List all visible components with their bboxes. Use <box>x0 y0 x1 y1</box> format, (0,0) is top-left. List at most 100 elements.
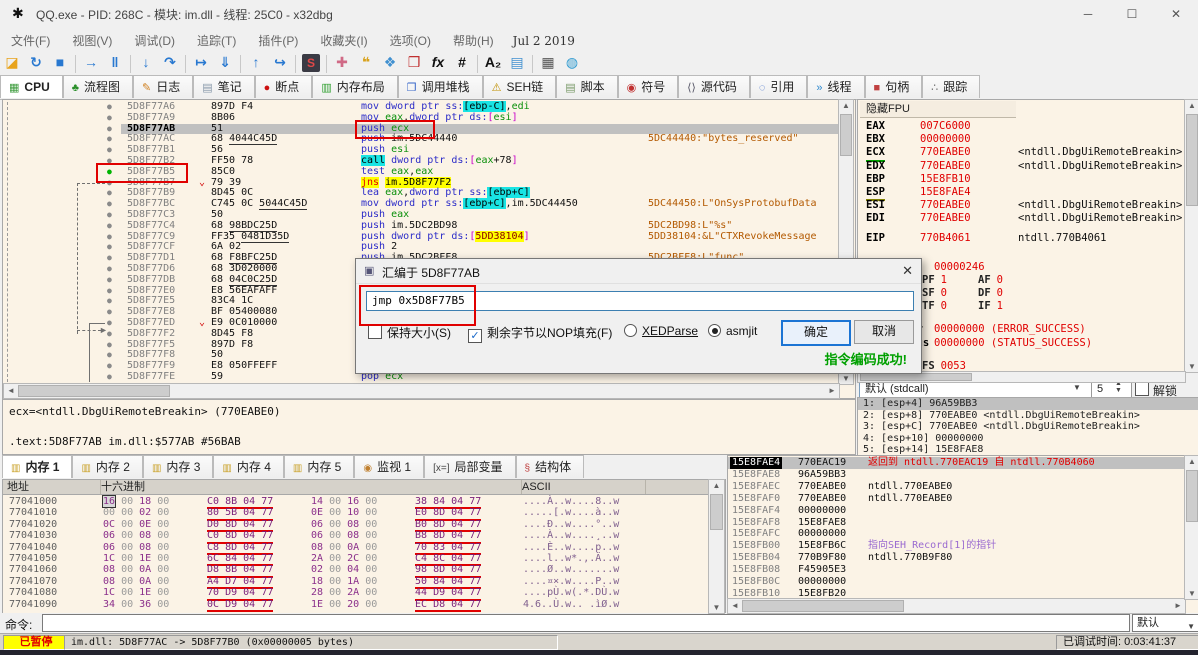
step-over-icon[interactable]: ↷ <box>158 51 182 73</box>
stack-row[interactable]: 15E8FB0C 00000000 <box>728 576 1198 588</box>
register-row[interactable]: EBX 00000000 <box>858 133 1185 146</box>
tab-内存布局[interactable]: ▥ 内存布局 <box>312 75 398 98</box>
tab-调用堆栈[interactable]: ❐ 调用堆栈 <box>397 75 483 98</box>
globe-icon[interactable]: ◍ <box>560 51 584 73</box>
tab-脚本[interactable]: ▤ 脚本 <box>556 75 618 98</box>
register-row[interactable]: EBP 15E8FB10 <box>858 173 1185 186</box>
hide-fpu-button[interactable]: 隐藏FPU <box>860 101 1016 118</box>
menu-item[interactable]: 视图(V) <box>61 28 123 53</box>
argument-row[interactable]: 4: [esp+10] 00000000 <box>858 433 1198 445</box>
tab-断点[interactable]: ● 断点 <box>254 75 313 98</box>
stack-row[interactable]: 15E8FAF0 770EABE0 ntdll.770EABE0 <box>728 493 1198 505</box>
instruction-dot-icon[interactable]: ● <box>107 134 112 145</box>
instruction-dot-icon[interactable]: ● <box>107 286 112 297</box>
tab-日志[interactable]: ✎ 日志 <box>132 75 194 98</box>
dump-row[interactable]: 77041040 06 00 08 00 C8 8D 04 77 08 00 0A 0… <box>3 542 725 555</box>
register-row[interactable]: EDX 770EABE0 <ntdll.DbgUiRemoteBreakin> <box>858 160 1185 173</box>
calculator-icon[interactable]: ▦ <box>536 51 560 73</box>
tab-流程图[interactable]: ♣ 流程图 <box>62 75 133 98</box>
register-row[interactable]: ESP 15E8FAE4 <box>858 186 1185 202</box>
calling-convention-combo[interactable]: 默认 (stdcall) <box>859 381 1092 397</box>
dump-row[interactable]: 77041030 06 00 08 00 C0 8D 04 77 06 00 08 0… <box>3 530 725 544</box>
stack-row[interactable]: 15E8FAF8 15E8FAE8 <box>728 517 1198 529</box>
run-to-selection-icon[interactable]: ↦ <box>189 51 213 73</box>
instruction-dot-icon[interactable]: ● <box>107 210 112 221</box>
tab-内存 1[interactable]: ▥ 内存 1 <box>2 455 73 478</box>
dump-row[interactable]: 77041080 1C 00 1E 00 70 D9 04 77 28 00 2A 0… <box>3 587 725 601</box>
register-row[interactable]: EAX 007C6000 <box>858 120 1185 133</box>
menu-item[interactable]: 追踪(T) <box>186 28 247 53</box>
stack-row[interactable]: 15E8FAFC 00000000 <box>728 528 1198 540</box>
stack-row[interactable]: 15E8FB04 770B9F80 ntdll.770B9F80 <box>728 552 1198 564</box>
functions-icon[interactable]: fx <box>426 51 450 73</box>
command-mode-combo[interactable]: 默认 ▼ <box>1132 614 1198 632</box>
close-button[interactable]: ✕ <box>1154 0 1198 28</box>
register-row[interactable]: ECX 770EABE0 <ntdll.DbgUiRemoteBreakin> <box>858 146 1185 162</box>
asmjit-radio[interactable]: asmjit <box>708 324 757 338</box>
menu-item[interactable]: 调试(D) <box>123 28 186 53</box>
tab-引用[interactable]: ◌ 引用 <box>749 75 808 98</box>
instruction-dot-icon[interactable]: ● <box>107 124 112 135</box>
dialog-close-icon[interactable]: ✕ <box>902 263 913 279</box>
menu-item[interactable]: 文件(F) <box>0 28 61 53</box>
arguments-pane[interactable]: 1: [esp+4] 96A59BB3 2: [esp+8] 770EABE0 <… <box>857 397 1198 457</box>
regs-vscrollbar[interactable]: ▲ ▼ <box>1184 99 1198 373</box>
cancel-button[interactable]: 取消 <box>854 320 914 344</box>
memory-dump-pane[interactable]: 77041000 16 00 18 00 C0 8B 04 77 14 00 16 0… <box>2 494 726 614</box>
tab-线程[interactable]: » 线程 <box>807 75 865 98</box>
instruction-dot-icon[interactable]: ● <box>107 296 112 307</box>
instruction-dot-icon[interactable]: ● <box>107 188 112 199</box>
instruction-dot-icon[interactable]: ● <box>107 340 112 351</box>
open-file-icon[interactable]: ◪ <box>0 51 24 73</box>
stack-row[interactable]: 15E8FAF4 00000000 <box>728 505 1198 517</box>
dump-vscrollbar[interactable]: ▲ ▼ <box>708 479 725 614</box>
dump-col-ascii[interactable]: ASCII <box>518 480 646 494</box>
run-icon[interactable]: → <box>79 51 103 73</box>
tab-跟踪[interactable]: ∴ 跟踪 <box>922 75 981 98</box>
menu-item[interactable]: 插件(P) <box>247 28 309 53</box>
minimize-button[interactable]: ─ <box>1066 0 1110 28</box>
instruction-dot-icon[interactable]: ● <box>107 199 112 210</box>
patches-icon[interactable]: ✚ <box>330 51 354 73</box>
step-into-icon[interactable]: ↓ <box>134 51 158 73</box>
dump-row[interactable]: 77041070 08 00 0A 00 A4 D7 04 77 18 00 1A 0… <box>3 576 725 590</box>
attach-icon[interactable]: ▤ <box>505 51 529 73</box>
tab-内存 2[interactable]: ▥ 内存 2 <box>72 455 143 478</box>
argument-count-stepper[interactable]: 5 <box>1091 381 1132 397</box>
argument-row[interactable]: 1: [esp+4] 96A59BB3 <box>858 398 1198 410</box>
tab-内存 5[interactable]: ▥ 内存 5 <box>283 455 355 478</box>
instruction-dot-icon[interactable]: ● <box>107 113 112 124</box>
command-input[interactable] <box>42 614 1130 632</box>
register-row[interactable]: EIP 770B4061 ntdll.770B4061 <box>858 232 1185 245</box>
tab-内存 3[interactable]: ▥ 内存 3 <box>142 455 214 478</box>
dump-row[interactable]: 77041090 34 00 36 00 0C D9 04 77 1E 00 20 0… <box>3 599 725 612</box>
dump-row[interactable]: 77041010 00 00 02 00 80 5B 04 77 0E 00 10 0… <box>3 507 725 521</box>
instruction-dot-icon[interactable]: ● <box>107 145 112 156</box>
bookmarks-icon[interactable]: ❒ <box>402 51 426 73</box>
tab-监视 1[interactable]: ◉ 监视 1 <box>354 455 425 478</box>
run-to-user-code-icon[interactable]: ↪ <box>268 51 292 73</box>
dump-col-address[interactable]: 地址 <box>3 480 101 494</box>
step-out-icon[interactable]: ⇓ <box>213 51 237 73</box>
tab-局部变量[interactable]: [x=] 局部变量 <box>424 455 516 478</box>
instruction-dot-icon[interactable]: ● <box>107 242 112 253</box>
instruction-dot-icon[interactable]: ● <box>107 361 112 372</box>
hash-icon[interactable]: # <box>450 51 474 73</box>
script-badge-icon[interactable]: S <box>302 54 320 72</box>
instruction-dot-icon[interactable]: ● <box>107 253 112 264</box>
instruction-dot-icon[interactable]: ● <box>107 307 112 318</box>
dump-row[interactable]: 77041020 0C 00 0E 00 D0 8D 04 77 06 00 08 0… <box>3 519 725 533</box>
dump-col-hex[interactable]: 十六进制 <box>97 480 522 494</box>
tab-SEH链[interactable]: ⚠ SEH链 <box>482 75 557 98</box>
instruction-dot-icon[interactable]: ● <box>107 372 112 383</box>
stack-pane[interactable]: 15E8FAE4 770EAC19 返回到 ntdll.770EAC19 自 ntd… <box>727 455 1198 614</box>
menu-item[interactable]: 帮助(H) <box>442 28 505 53</box>
disasm-hscrollbar[interactable]: ◄ ► <box>3 383 840 399</box>
keep-size-checkbox[interactable]: 保持大小(S) <box>368 324 451 341</box>
nop-fill-checkbox[interactable]: ✓ 剩余字节以NOP填充(F) <box>468 324 612 343</box>
stack-row[interactable]: 15E8FB00 15E8FB6C 指向SEH_Record[1]的指针 <box>728 540 1198 552</box>
tab-结构体[interactable]: § 结构体 <box>515 455 585 478</box>
labels-icon[interactable]: ❖ <box>378 51 402 73</box>
register-row[interactable]: ESI 770EABE0 <ntdll.DbgUiRemoteBreakin> <box>858 199 1185 212</box>
execute-till-return-icon[interactable]: ↑ <box>244 51 268 73</box>
